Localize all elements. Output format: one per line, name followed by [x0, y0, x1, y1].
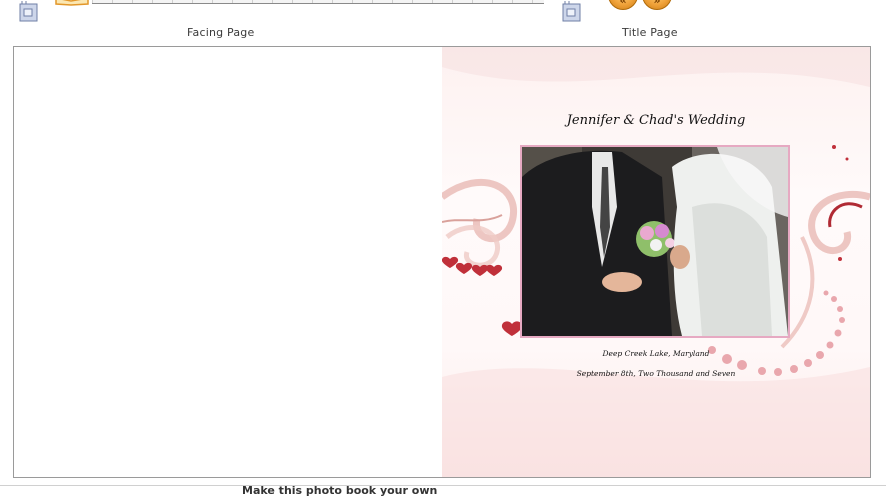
make-book-link[interactable]: Make this photo book your own: [242, 484, 437, 497]
title-page-label: Title Page: [622, 26, 678, 39]
location-caption: Deep Creek Lake, Maryland: [602, 349, 710, 358]
prev-arrow-icon: «: [619, 0, 627, 7]
wedding-title: Jennifer & Chad's Wedding: [566, 113, 746, 128]
book-icon[interactable]: [55, 0, 89, 6]
next-arrow-icon: »: [653, 0, 661, 7]
wedding-photo-image: [522, 147, 788, 336]
next-page-button[interactable]: »: [642, 0, 672, 10]
date-caption: September 8th, Two Thousand and Seven: [576, 369, 736, 378]
title-page[interactable]: Jennifer & Chad's Wedding Deep Creek Lak…: [442, 47, 870, 477]
prev-page-button[interactable]: «: [608, 0, 638, 10]
facing-page-label: Facing Page: [187, 26, 255, 39]
title-page-icon[interactable]: [561, 1, 583, 23]
photo-book-spread: Jennifer & Chad's Wedding Deep Creek Lak…: [13, 46, 871, 478]
page-thumbnail-strip[interactable]: [92, 0, 544, 4]
wedding-photo[interactable]: [520, 145, 790, 338]
facing-page[interactable]: [14, 47, 442, 477]
divider: [0, 485, 886, 486]
facing-page-icon[interactable]: [18, 1, 40, 23]
heart-icon: [442, 256, 523, 336]
